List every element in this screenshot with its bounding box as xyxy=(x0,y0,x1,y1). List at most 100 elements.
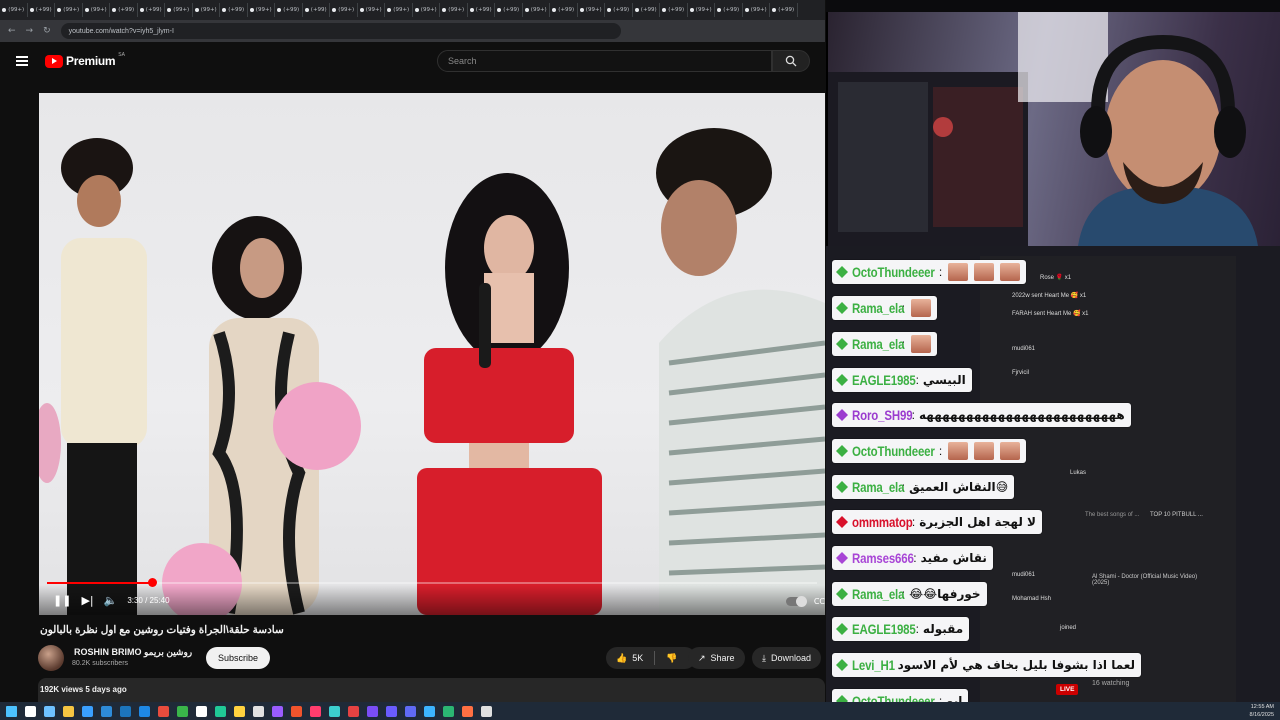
browser-tab[interactable]: (99+) xyxy=(330,3,358,17)
search-button[interactable] xyxy=(772,50,810,72)
captions-icon[interactable]: CC xyxy=(814,597,825,606)
windows-start-icon[interactable] xyxy=(6,705,17,717)
live-badge: LIVE xyxy=(1056,684,1079,695)
badge-icon xyxy=(836,266,848,278)
chrome-icon[interactable] xyxy=(139,705,150,717)
browser-tab[interactable]: (99+) xyxy=(413,3,440,17)
app-icon[interactable] xyxy=(101,705,112,717)
browser-tab[interactable]: (+99) xyxy=(770,3,798,17)
tab-label: (+99) xyxy=(558,7,575,13)
pause-icon[interactable]: ❚❚ xyxy=(53,594,71,607)
browser-tab[interactable]: (99+) xyxy=(55,3,83,17)
browser-tab[interactable]: (99+) xyxy=(193,3,220,17)
forward-icon[interactable]: → xyxy=(26,26,34,36)
browser-toolbar: ← → ↻ youtube.com/watch?v=iyh5_jlym-I xyxy=(0,20,825,42)
like-count[interactable]: 5K xyxy=(632,653,643,663)
browser-tab-strip: (99+) (+99) (99+) (99+) (+99) (+99) (99+) (99+)… xyxy=(0,0,825,20)
suggested-video-title[interactable]: TOP 10 PITBULL ... xyxy=(1150,512,1210,518)
browser-tab[interactable]: (99+) xyxy=(578,3,605,17)
search-icon[interactable] xyxy=(25,705,36,717)
app-icon[interactable] xyxy=(158,705,169,717)
browser-tab[interactable]: (+99) xyxy=(633,3,660,17)
browser-tab[interactable]: (99+) xyxy=(523,3,550,17)
next-icon[interactable]: ▶| xyxy=(81,594,93,607)
tab-label: (+99) xyxy=(228,7,245,13)
system-clock[interactable]: 12:55 AM 8/16/2025 xyxy=(1250,703,1274,719)
autoplay-toggle[interactable] xyxy=(785,596,807,607)
channel-avatar[interactable] xyxy=(38,645,64,671)
browser-tab[interactable]: (99+) xyxy=(385,3,413,17)
suggested-video-title[interactable]: The best songs of ... xyxy=(1085,512,1145,518)
clock-time: 12:55 AM xyxy=(1250,704,1274,710)
progress-bar[interactable] xyxy=(47,578,817,587)
app-icon[interactable] xyxy=(329,705,340,717)
app-icon[interactable] xyxy=(443,705,454,717)
tab-label: (+99) xyxy=(640,7,657,13)
tab-label: (+99) xyxy=(503,7,520,13)
channel-row: ROSHIN BRIMO روشين بريمو 80.2K subscribe… xyxy=(38,645,825,673)
browser-tab[interactable]: (99+) xyxy=(248,3,275,17)
browser-tab[interactable]: (+99) xyxy=(275,3,303,17)
app-icon[interactable] xyxy=(120,705,131,717)
app-icon[interactable] xyxy=(367,705,378,717)
tiktok-icon xyxy=(717,8,722,12)
chat-text: مقبوله xyxy=(922,622,964,636)
app-icon[interactable] xyxy=(177,705,188,717)
menu-icon[interactable] xyxy=(16,56,28,66)
browser-tab[interactable]: (99+) xyxy=(83,3,110,17)
browser-tab[interactable]: (+99) xyxy=(495,3,523,17)
views-and-date: 192K views 5 days ago xyxy=(40,685,127,694)
app-icon[interactable] xyxy=(215,705,226,717)
settings-icon[interactable] xyxy=(481,705,492,717)
volume-icon[interactable]: 🔈 xyxy=(104,594,118,607)
app-icon[interactable] xyxy=(234,705,245,717)
youtube-logo[interactable]: Premium SA xyxy=(45,52,125,68)
chat-message: Rama_ela: النقاش العميق😅 xyxy=(832,475,1015,499)
browser-tab[interactable]: (+99) xyxy=(28,3,55,17)
browser-tab[interactable]: (99+) xyxy=(440,3,468,17)
chat-separator: : xyxy=(915,373,919,387)
suggested-video-title[interactable]: Al Shami - Doctor (Official Music Video)… xyxy=(1092,574,1202,586)
search-input[interactable]: Search xyxy=(437,50,772,72)
app-icon[interactable] xyxy=(196,705,207,717)
dislike-icon[interactable]: 👎 xyxy=(666,653,677,664)
app-icon[interactable] xyxy=(405,705,416,717)
file-explorer-icon[interactable] xyxy=(63,705,74,717)
app-icon[interactable] xyxy=(386,705,397,717)
browser-tab[interactable]: (+99) xyxy=(138,3,165,17)
address-bar[interactable]: youtube.com/watch?v=iyh5_jlym-I xyxy=(60,23,621,39)
subscribe-button[interactable]: Subscribe xyxy=(206,647,271,669)
browser-tab[interactable]: (+99) xyxy=(468,3,495,17)
browser-tab[interactable]: (99+) xyxy=(165,3,193,17)
back-icon[interactable]: ← xyxy=(8,26,16,36)
reload-icon[interactable]: ↻ xyxy=(43,26,51,36)
app-icon[interactable] xyxy=(462,705,473,717)
chat-separator: : xyxy=(913,551,917,565)
browser-tab[interactable]: (+99) xyxy=(550,3,578,17)
download-button[interactable]: ⤓ Download xyxy=(752,647,822,669)
browser-tab[interactable]: (99+) xyxy=(358,3,385,17)
browser-tab[interactable]: (+99) xyxy=(110,3,138,17)
app-icon[interactable] xyxy=(253,705,264,717)
tab-label: (+99) xyxy=(668,7,685,13)
browser-tab[interactable]: (+99) xyxy=(715,3,743,17)
task-view-icon[interactable] xyxy=(44,705,55,717)
browser-tab[interactable]: (+99) xyxy=(605,3,633,17)
app-icon[interactable] xyxy=(348,705,359,717)
share-button[interactable]: ↗ Share xyxy=(688,647,745,669)
browser-tab[interactable]: (+99) xyxy=(303,3,330,17)
tiktok-icon[interactable] xyxy=(310,705,321,717)
premiere-icon[interactable] xyxy=(272,705,283,717)
browser-tab[interactable]: (+99) xyxy=(660,3,688,17)
app-icon[interactable] xyxy=(424,705,435,717)
browser-tab[interactable]: (99+) xyxy=(743,3,770,17)
description-box[interactable] xyxy=(38,678,825,702)
browser-tab[interactable]: (+99) xyxy=(220,3,248,17)
edge-icon[interactable] xyxy=(82,705,93,717)
browser-tab[interactable]: (99+) xyxy=(688,3,715,17)
video-player[interactable]: ❚❚ ▶| 🔈 3:30 / 25:40 CC xyxy=(39,93,825,615)
browser-tab[interactable]: (99+) xyxy=(0,3,28,17)
app-icon[interactable] xyxy=(291,705,302,717)
like-icon[interactable]: 👍 xyxy=(616,653,627,664)
channel-name[interactable]: ROSHIN BRIMO روشين بريمو xyxy=(74,647,192,658)
